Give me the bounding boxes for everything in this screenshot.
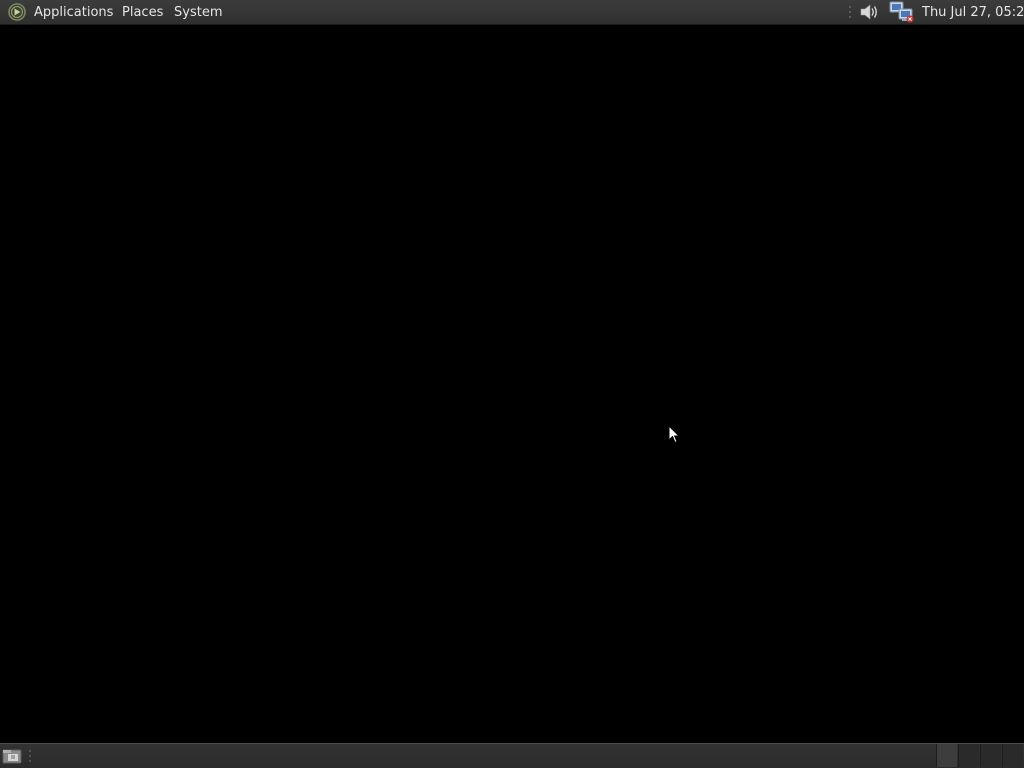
network-disconnected-icon[interactable] [889,1,915,23]
applications-menu[interactable]: Applications [34,4,113,21]
panel-handle-icon[interactable] [28,748,32,764]
clock[interactable]: Thu Jul 27, 05:24 [922,4,1024,21]
system-menu[interactable]: System [174,4,222,21]
workspace-1[interactable] [936,744,957,767]
show-desktop-icon[interactable] [2,747,22,765]
desktop[interactable] [0,25,1024,743]
workspace-4[interactable] [1002,744,1023,767]
top-panel: Applications Places System Thu Jul 27, 0… [0,0,1024,25]
distribution-logo-icon[interactable] [6,2,28,22]
workspace-3[interactable] [980,744,1001,767]
bottom-panel [0,743,1024,768]
mouse-cursor-icon [668,425,680,444]
panel-handle-icon[interactable] [848,4,852,21]
workspace-2[interactable] [958,744,979,767]
screen: Applications Places System Thu Jul 27, 0… [0,0,1024,768]
workspace-switcher [936,744,1024,768]
places-menu[interactable]: Places [122,4,163,21]
volume-icon[interactable] [858,2,880,22]
